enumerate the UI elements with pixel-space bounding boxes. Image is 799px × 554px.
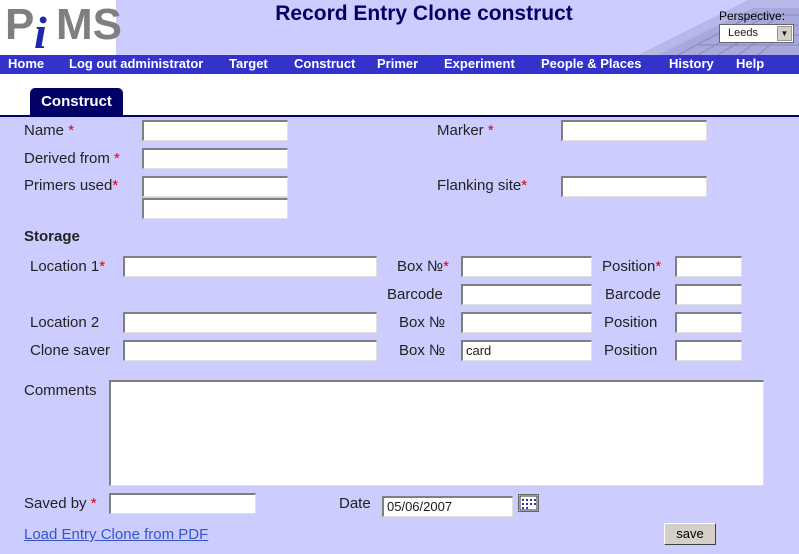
nav-bar: Home Log out administrator Target Constr…	[0, 55, 799, 74]
position-3-input[interactable]	[675, 340, 742, 361]
nav-people-places[interactable]: People & Places	[541, 56, 641, 71]
flanking-site-label: Flanking site*	[437, 177, 528, 194]
clone-saver-input[interactable]	[123, 340, 377, 361]
chevron-down-icon[interactable]: ▼	[777, 26, 792, 41]
save-button[interactable]: save	[664, 523, 716, 545]
nav-target[interactable]: Target	[229, 56, 268, 71]
location-2-input[interactable]	[123, 312, 377, 333]
comments-textarea[interactable]	[109, 380, 764, 486]
clone-saver-label: Clone saver	[30, 342, 111, 359]
date-label: Date	[339, 495, 371, 512]
position-2-input[interactable]	[675, 312, 742, 333]
marker-input[interactable]	[561, 120, 707, 141]
flanking-site-input[interactable]	[561, 176, 707, 197]
box-2-input[interactable]	[461, 312, 592, 333]
primer-1-input[interactable]	[142, 176, 288, 197]
nav-primer[interactable]: Primer	[377, 56, 418, 71]
position-3-label: Position	[604, 342, 658, 359]
tab-construct[interactable]: Construct	[30, 88, 123, 115]
box-barcode-label: Barcode	[387, 286, 443, 303]
nav-construct[interactable]: Construct	[294, 56, 355, 71]
nav-home[interactable]: Home	[8, 56, 44, 71]
calendar-icon[interactable]	[518, 494, 539, 512]
nav-history[interactable]: History	[669, 56, 714, 71]
position-barcode-label: Barcode	[605, 286, 661, 303]
perspective-value: Leeds	[728, 27, 758, 39]
header: P i MS Record Entry Clone construct Pers…	[0, 0, 799, 58]
saved-by-input[interactable]	[109, 493, 256, 514]
date-input[interactable]: 05/06/2007	[382, 496, 513, 517]
primers-used-label: Primers used*	[24, 177, 119, 194]
box-3-label: Box №	[399, 342, 446, 359]
marker-label: Marker *	[437, 122, 494, 139]
nav-logout[interactable]: Log out administrator	[69, 56, 203, 71]
location-1-input[interactable]	[123, 256, 377, 277]
name-label: Name *	[24, 122, 75, 139]
box-barcode-input[interactable]	[461, 284, 592, 305]
box-1-input[interactable]	[461, 256, 592, 277]
position-1-input[interactable]	[675, 256, 742, 277]
derived-from-label: Derived from *	[24, 150, 120, 167]
tab-divider	[0, 115, 799, 117]
storage-heading: Storage	[24, 228, 80, 245]
perspective-label: Perspective:	[719, 9, 786, 23]
saved-by-label: Saved by *	[24, 495, 97, 512]
nav-experiment[interactable]: Experiment	[444, 56, 515, 71]
name-input[interactable]	[142, 120, 288, 141]
position-2-label: Position	[604, 314, 658, 331]
location-1-label: Location 1*	[30, 258, 106, 275]
position-1-label: Position*	[602, 258, 662, 275]
comments-label: Comments	[24, 382, 97, 399]
primer-2-input[interactable]	[142, 198, 288, 219]
box-1-label: Box №*	[397, 258, 449, 275]
perspective-select[interactable]: Leeds ▼	[719, 24, 794, 43]
load-from-pdf-link[interactable]: Load Entry Clone from PDF	[24, 526, 208, 543]
position-barcode-input[interactable]	[675, 284, 742, 305]
nav-help[interactable]: Help	[736, 56, 764, 71]
box-2-label: Box №	[399, 314, 446, 331]
location-2-label: Location 2	[30, 314, 100, 331]
derived-from-input[interactable]	[142, 148, 288, 169]
box-3-input[interactable]: card	[461, 340, 592, 361]
